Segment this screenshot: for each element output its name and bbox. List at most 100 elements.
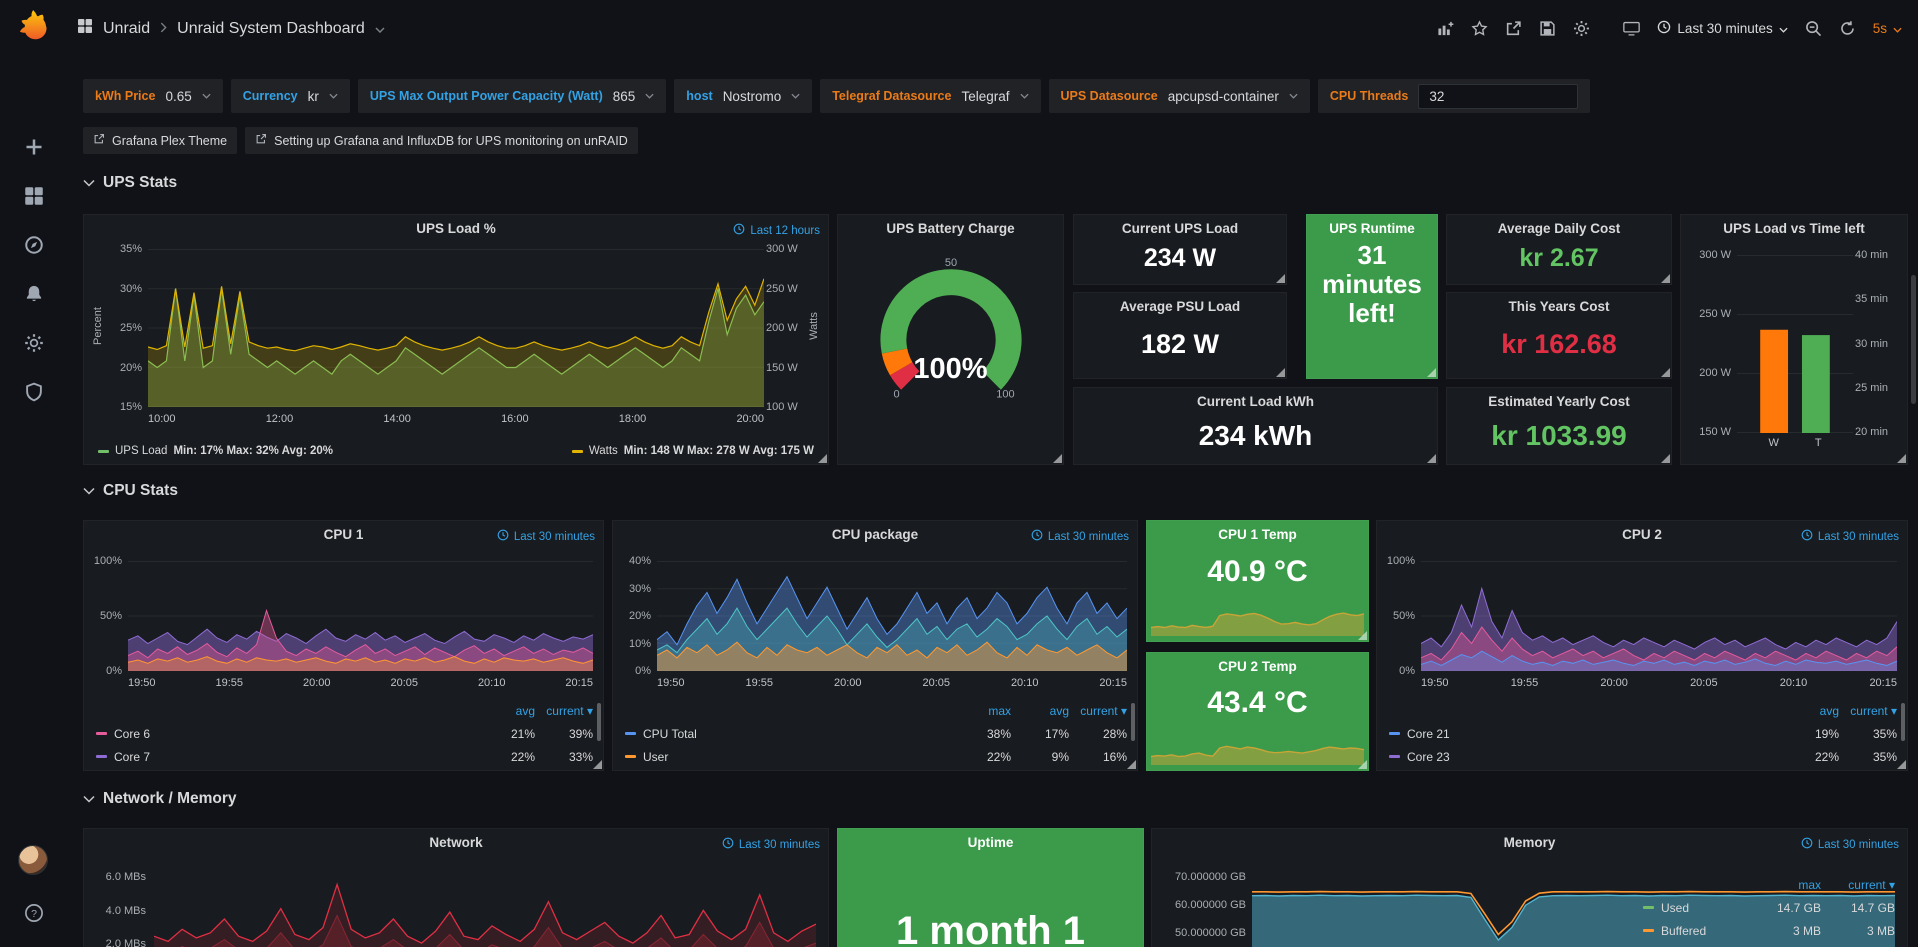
load-vs-time-chart[interactable]	[1737, 255, 1853, 433]
resize-handle[interactable]	[1358, 760, 1367, 769]
sidebar-item-alerting[interactable]	[0, 274, 67, 316]
legend-column-current[interactable]: current ▾	[1839, 704, 1897, 718]
panel-title[interactable]: CPU 2 Temp	[1147, 659, 1368, 674]
variable-ups-max-output-power-capacity-watt-[interactable]: UPS Max Output Power Capacity (Watt)865	[358, 79, 666, 113]
legend-column-max[interactable]: max	[1747, 878, 1821, 892]
panel-time-range[interactable]: Last 30 minutes	[1801, 529, 1899, 544]
panel-title[interactable]: CPU 1 Temp	[1147, 527, 1368, 542]
user-avatar[interactable]	[18, 845, 48, 875]
legend-scrollbar[interactable]	[597, 703, 601, 741]
resize-handle[interactable]	[1427, 368, 1436, 377]
share-dashboard-button[interactable]	[1505, 20, 1522, 37]
dashboard-link[interactable]: Setting up Grafana and InfluxDB for UPS …	[245, 127, 638, 154]
legend-column-current[interactable]: current ▾	[535, 704, 593, 718]
legend-series-name[interactable]: User	[643, 750, 668, 764]
sidebar-item-help[interactable]: ?	[0, 893, 67, 935]
add-panel-button[interactable]	[1437, 20, 1454, 37]
sidebar-item-server-admin[interactable]	[0, 372, 67, 414]
panel-title[interactable]: Current UPS Load	[1074, 221, 1286, 236]
panel-title[interactable]: Current Load kWh	[1074, 394, 1437, 409]
variable-telegraf-datasource[interactable]: Telegraf DatasourceTelegraf	[820, 79, 1040, 113]
panel-title[interactable]: Average PSU Load	[1074, 299, 1286, 314]
panel-title[interactable]: UPS Load %	[84, 221, 828, 236]
cpu2-chart[interactable]	[1421, 561, 1897, 671]
variable-value[interactable]: apcupsd-container	[1168, 89, 1279, 104]
grafana-logo[interactable]	[14, 9, 52, 47]
panel-time-range[interactable]: Last 12 hours	[733, 223, 820, 238]
resize-handle[interactable]	[1358, 631, 1367, 640]
variable-value[interactable]: Telegraf	[961, 89, 1009, 104]
legend-item[interactable]: Watts Min: 148 W Max: 278 W Avg: 175 W	[572, 445, 814, 457]
resize-handle[interactable]	[1661, 274, 1670, 283]
panel-title[interactable]: UPS Runtime	[1307, 221, 1437, 236]
variable-value[interactable]: 0.65	[165, 89, 191, 104]
sidebar-item-configuration[interactable]	[0, 323, 67, 365]
network-chart[interactable]	[154, 869, 816, 947]
sidebar-item-explore[interactable]	[0, 225, 67, 267]
legend-column-current[interactable]: current ▾	[1069, 704, 1127, 718]
breadcrumb-app[interactable]: Unraid	[103, 20, 150, 38]
resize-handle[interactable]	[1897, 454, 1906, 463]
resize-handle[interactable]	[1276, 368, 1285, 377]
section-cpu-stats[interactable]: CPU Stats	[83, 482, 178, 500]
sidebar-item-dashboards[interactable]	[0, 176, 67, 218]
resize-handle[interactable]	[1897, 760, 1906, 769]
sidebar-item-create[interactable]	[0, 127, 67, 169]
legend-series-name[interactable]: CPU Total	[643, 727, 697, 741]
variable-input[interactable]: 32	[1418, 84, 1578, 109]
panel-title[interactable]: UPS Battery Charge	[838, 221, 1063, 236]
variable-currency[interactable]: Currencykr	[231, 79, 350, 113]
legend-column-current[interactable]: current ▾	[1821, 878, 1895, 892]
cycle-view-button[interactable]	[1623, 20, 1640, 37]
panel-title[interactable]: Estimated Yearly Cost	[1447, 394, 1671, 409]
resize-handle[interactable]	[1127, 760, 1136, 769]
panel-title[interactable]: Uptime	[838, 835, 1143, 850]
cpu1-chart[interactable]	[128, 561, 593, 671]
variable-host[interactable]: hostNostromo	[674, 79, 812, 113]
save-dashboard-button[interactable]	[1539, 20, 1556, 37]
legend-column-avg[interactable]: avg	[1781, 704, 1839, 718]
ups-load-chart[interactable]	[148, 249, 764, 407]
apps-icon[interactable]	[77, 18, 93, 39]
zoom-out-button[interactable]	[1805, 20, 1822, 37]
resize-handle[interactable]	[1427, 454, 1436, 463]
resize-handle[interactable]	[1276, 274, 1285, 283]
panel-title[interactable]: This Years Cost	[1447, 299, 1671, 314]
panel-title[interactable]: Average Daily Cost	[1447, 221, 1671, 236]
legend-scrollbar[interactable]	[1901, 703, 1905, 741]
panel-title[interactable]: UPS Load vs Time left	[1681, 221, 1907, 236]
chevron-down-icon[interactable]	[375, 20, 385, 38]
legend-series-name[interactable]: Core 21	[1407, 727, 1450, 741]
refresh-interval-picker[interactable]: 5s	[1873, 21, 1902, 36]
legend-series-name[interactable]: Used	[1661, 901, 1689, 915]
legend-item[interactable]: UPS Load Min: 17% Max: 32% Avg: 20%	[98, 445, 333, 457]
time-picker[interactable]: Last 30 minutes	[1657, 20, 1787, 37]
mark-favorite-button[interactable]	[1471, 20, 1488, 37]
legend-column-avg[interactable]: avg	[477, 704, 535, 718]
legend-series-name[interactable]: Core 23	[1407, 750, 1450, 764]
panel-title[interactable]: Network	[84, 835, 828, 850]
variable-kwh-price[interactable]: kWh Price0.65	[83, 79, 223, 113]
legend-series-name[interactable]: Core 7	[114, 750, 150, 764]
legend-column-avg[interactable]: avg	[1011, 704, 1069, 718]
variable-value[interactable]: 865	[613, 89, 636, 104]
legend-series-name[interactable]: Buffered	[1661, 924, 1706, 938]
panel-time-range[interactable]: Last 30 minutes	[1031, 529, 1129, 544]
variable-value[interactable]: kr	[308, 89, 319, 104]
resize-handle[interactable]	[1661, 368, 1670, 377]
legend-series-name[interactable]: Core 6	[114, 727, 150, 741]
page-scrollbar[interactable]	[1911, 275, 1916, 404]
dashboard-settings-button[interactable]	[1573, 20, 1590, 37]
panel-title[interactable]: Memory	[1152, 835, 1907, 850]
legend-scrollbar[interactable]	[1131, 703, 1135, 741]
variable-value[interactable]: Nostromo	[723, 89, 782, 104]
refresh-button[interactable]	[1839, 20, 1856, 37]
dashboard-title[interactable]: Unraid System Dashboard	[177, 20, 365, 38]
variable-ups-datasource[interactable]: UPS Datasourceapcupsd-container	[1049, 79, 1310, 113]
panel-time-range[interactable]: Last 30 minutes	[722, 837, 820, 852]
panel-time-range[interactable]: Last 30 minutes	[1801, 837, 1899, 852]
variable-cpu-threads[interactable]: CPU Threads32	[1318, 79, 1591, 113]
legend-column-max[interactable]: max	[953, 704, 1011, 718]
resize-handle[interactable]	[818, 454, 827, 463]
panel-time-range[interactable]: Last 30 minutes	[497, 529, 595, 544]
